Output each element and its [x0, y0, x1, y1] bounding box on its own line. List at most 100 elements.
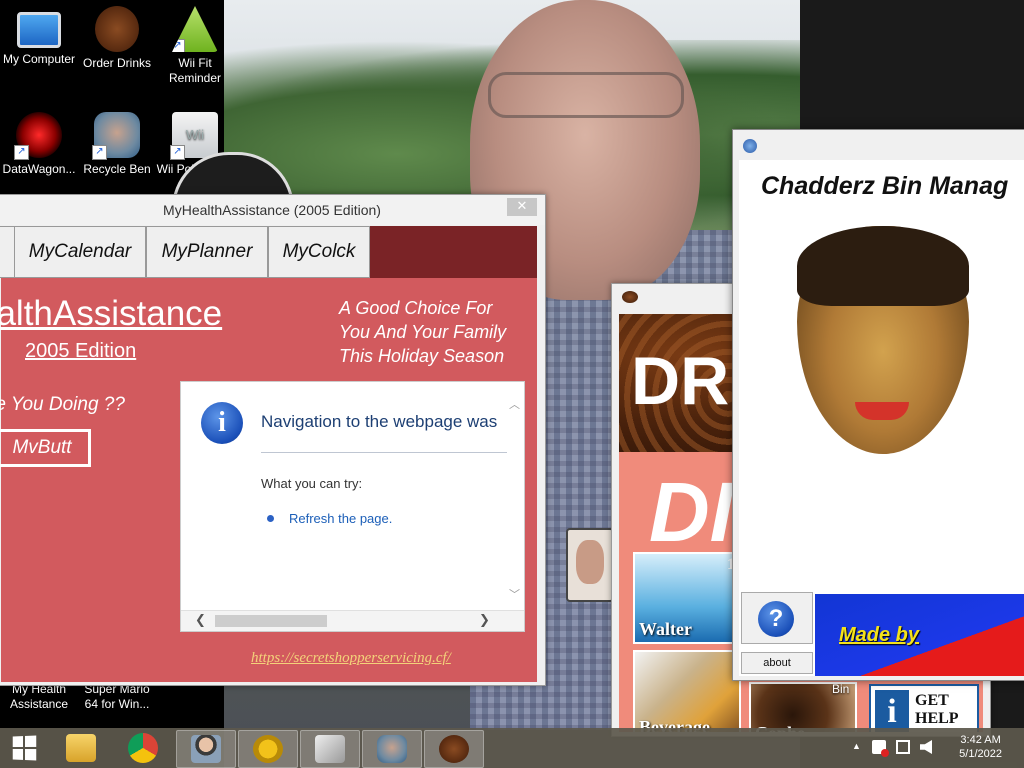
tab-strip: MyCalendar MyPlanner MyColck [0, 226, 537, 278]
clock-time: 3:42 AM [960, 734, 1001, 746]
wallpaper-id-badge [566, 528, 614, 602]
taskbar-app-gear[interactable] [238, 730, 298, 768]
shortcut-arrow-icon: ↗ [92, 145, 107, 160]
volume-icon[interactable] [920, 740, 932, 754]
tile-walter[interactable]: 1 Walter [633, 552, 741, 644]
folder-icon [66, 734, 96, 762]
taskbar: Bin ▲ 3:42 AM 5/1/2022 [0, 682, 1024, 768]
taskbar-app-coffee[interactable] [424, 730, 484, 768]
made-by-link[interactable]: Made by [839, 624, 919, 647]
clock[interactable]: 3:42 AM 5/1/2022 [959, 733, 1002, 761]
tagline-line: A Good Choice For [339, 298, 493, 318]
clock-date: 5/1/2022 [959, 748, 1002, 760]
desktop-icon-super-mario-64[interactable]: Super Mario 64 for Win... [78, 682, 156, 712]
app-heading: ealthAssistance [0, 294, 223, 333]
get-help-line: GET [915, 692, 949, 709]
desktop-icon-label: Wii Fit Reminder [168, 56, 222, 85]
scroll-right-icon[interactable]: ❯ [479, 613, 490, 628]
recycle-ben-icon: ↗ [92, 112, 140, 160]
tab-mycalendar[interactable]: MyCalendar [14, 226, 146, 278]
scroll-up-icon[interactable]: ︿ [509, 396, 520, 412]
wii-icon: Wii ↗ [170, 112, 218, 160]
window-client-area: MyCalendar MyPlanner MyColck ealthAssist… [0, 226, 537, 682]
taskbar-file-explorer[interactable] [52, 730, 110, 766]
coffee-bean-icon [622, 291, 638, 303]
app-heading: Chadderz Bin Manag [761, 172, 1009, 200]
desktop-icon-order-drinks[interactable]: Order Drinks [78, 6, 156, 71]
scroll-down-icon[interactable]: ﹀ [509, 586, 520, 602]
error-title: Navigation to the webpage was [261, 412, 498, 431]
taskbar-app-sky[interactable] [300, 730, 360, 768]
desktop-icon-wii-fit-reminder[interactable]: ↗ Wii Fit Reminder [156, 6, 234, 86]
info-icon: i [201, 402, 243, 444]
sky-icon [315, 735, 345, 763]
tagline: A Good Choice For You And Your Family Th… [339, 296, 529, 368]
system-tray: Bin ▲ 3:42 AM 5/1/2022 [832, 682, 1024, 768]
chrome-icon [128, 733, 158, 763]
desktop-partial-label: Bin [832, 682, 850, 696]
status-question: re You Doing ?? [0, 394, 125, 415]
taskbar-app-recycle-ben[interactable] [362, 730, 422, 768]
desktop-icon-recycle-ben[interactable]: ↗ Recycle Ben [78, 112, 156, 177]
network-icon[interactable] [896, 740, 910, 754]
drinks-heading: DI [649, 465, 733, 559]
shortcut-arrow-icon: ↗ [172, 39, 185, 52]
show-hidden-icons-button[interactable]: ▲ [852, 741, 861, 751]
coffee-bean-icon [95, 6, 139, 52]
scrollbar-thumb[interactable] [215, 615, 327, 627]
gear-icon [253, 735, 283, 763]
face-hair [797, 226, 969, 306]
browser-error-panel: i Navigation to the webpage was What you… [180, 381, 525, 632]
window-titlebar[interactable] [733, 130, 1024, 160]
error-hint-label: What you can try: [261, 476, 363, 491]
get-help-label: GET HELP [915, 692, 959, 728]
app-icon [743, 139, 757, 153]
tab-myplanner[interactable]: MyPlanner [146, 226, 268, 278]
help-button[interactable]: ? [741, 592, 813, 644]
window-title: MyHealthAssistance (2005 Edition) [163, 202, 381, 218]
action-center-flag-icon[interactable] [872, 740, 889, 757]
scroll-left-icon[interactable]: ❮ [195, 613, 206, 628]
tagline-line: This Holiday Season [339, 346, 505, 366]
tab-offscreen[interactable] [0, 226, 15, 278]
get-help-line: HELP [915, 710, 959, 727]
wii-fit-icon: ↗ [172, 6, 218, 52]
desktop-icon-my-computer[interactable]: My Computer [0, 6, 78, 67]
chadderz-bin-manager-window[interactable]: Chadderz Bin Manag ? about Made by [732, 129, 1024, 681]
window-titlebar[interactable]: MyHealthAssistance (2005 Edition) ✕ [0, 195, 545, 225]
website-link[interactable]: https://secretshopperservicing.cf/ [251, 650, 451, 667]
person-icon [191, 735, 221, 763]
computer-icon [17, 12, 61, 48]
start-button[interactable] [0, 730, 48, 766]
refresh-link[interactable]: Refresh the page. [289, 511, 392, 526]
bullet-icon [267, 515, 274, 522]
desktop-icon-my-health-assistance[interactable]: My Health Assistance [0, 682, 78, 712]
desktop-icon-datawagon[interactable]: ↗ DataWagon... [0, 112, 78, 177]
taskbar-chrome[interactable] [114, 730, 172, 766]
window-client-area: Chadderz Bin Manag ? about Made by [739, 160, 1024, 676]
about-button[interactable]: about [741, 652, 813, 674]
red-star-icon: ↗ [14, 112, 62, 160]
tab-myclock[interactable]: MyColck [268, 226, 370, 278]
mvbutt-button[interactable]: MvButt [0, 429, 91, 467]
tagline-line: You And Your Family [339, 322, 507, 342]
shortcut-arrow-icon: ↗ [170, 145, 185, 160]
divider [261, 452, 507, 453]
desktop-icon-label: Recycle Ben [83, 162, 151, 176]
horizontal-scrollbar[interactable]: ❮ ❯ [181, 610, 524, 631]
banner-title: DR [631, 343, 730, 419]
taskbar-app-person[interactable] [176, 730, 236, 768]
my-health-assistance-window[interactable]: MyHealthAssistance (2005 Edition) ✕ MyCa… [0, 194, 546, 686]
desktop-icon-label: My Computer [2, 52, 76, 66]
info-icon: i [875, 690, 909, 732]
windows-logo-icon [12, 735, 37, 761]
tile-label: Walter [639, 619, 692, 639]
app-subheading[interactable]: 2005 Edition [25, 340, 136, 363]
wallpaper-glasses [488, 72, 684, 118]
desktop-icon-label: DataWagon... [2, 162, 76, 176]
desktop-icon-label: My Health Assistance [9, 682, 69, 711]
tile-beverage[interactable]: Beverage [633, 650, 741, 732]
coffee-bean-icon [439, 735, 469, 763]
get-help-button[interactable]: i GET HELP [869, 684, 979, 732]
close-button[interactable]: ✕ [507, 198, 537, 216]
